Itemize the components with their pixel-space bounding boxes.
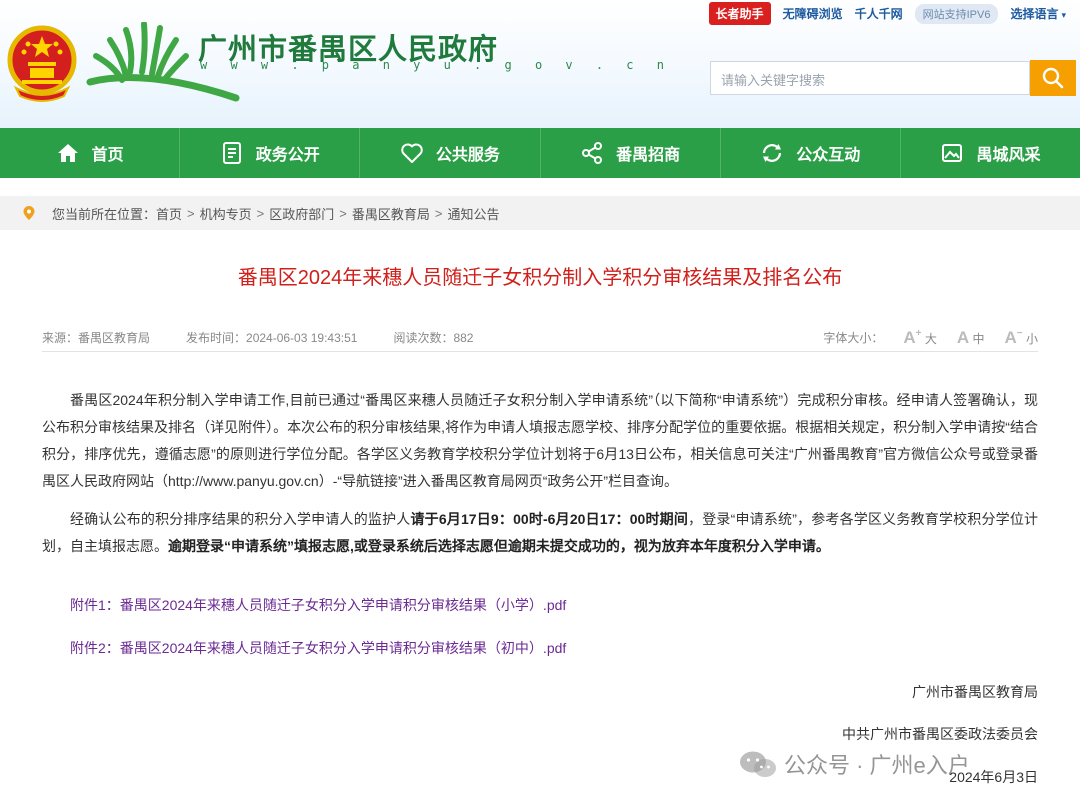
breadcrumb-prefix: 您当前所在位置： [52,206,157,222]
font-small-label: 小 [1025,331,1038,346]
breadcrumb-separator: > [434,205,443,221]
breadcrumb-separator: > [256,205,265,221]
signer-education-bureau: 广州市番禺区教育局 [912,684,1038,700]
font-size-medium-button[interactable]: A 中 [941,328,985,348]
article-body: 番禺区2024年积分制入学申请工作,目前已通过“番禺区来穗人员随迁子女积分制入学… [42,387,1038,560]
article-read-count: 阅读次数：882 [393,331,474,345]
para2-text-a: 经确认公布的积分排序结果的积分入学申请人的监护人 [70,511,411,527]
font-medium-label: 中 [972,331,985,346]
wechat-icon [740,751,776,777]
font-size-large-button[interactable]: A+ 大 [887,328,936,348]
nav-item-interaction[interactable]: 公众互动 [721,128,901,178]
nav-item-city-style[interactable]: 禺城风采 [901,128,1080,178]
share-icon [582,142,603,164]
para2-warning: 逾期登录“申请系统”填报志愿,或登录系统后选择志愿但逾期未提交成功的，视为放弃本… [168,538,830,554]
nav-label: 公共服务 [435,147,500,164]
para2-deadline: 请于6月17日9：00时-6月20日17：00时期间 [410,511,689,527]
breadcrumb-link-departments[interactable]: 区政府部门 [269,204,334,223]
language-select[interactable]: 选择语言 ▾ [1010,5,1066,22]
site-url: w w w . p a n y u . g o v . c n [200,58,672,72]
chevron-down-icon: ▾ [1061,10,1066,20]
site-header: 广州市番禺区人民政府 w w w . p a n y u . g o v . c… [0,0,1080,128]
font-large-label: 大 [924,331,937,346]
document-icon [222,142,241,164]
accessible-browse-link[interactable]: 无障碍浏览 [783,5,843,22]
watermark-text: 公众号 · 广州e入户 [784,753,970,778]
heart-icon [401,143,423,163]
breadcrumb: 您当前所在位置： 首页 > 机构专页 > 区政府部门 > 番禺区教育局 > 通知… [0,196,1080,230]
nav-item-public-service[interactable]: 公共服务 [360,128,541,178]
nav-item-home[interactable]: 首页 [0,128,181,178]
font-size-label: 字体大小： [823,331,884,345]
refresh-icon [763,144,782,162]
main-nav: 首页 政务公开 公共服务 番禺招商 公众互动 禺城风采 [0,128,1080,178]
elder-assistant-button[interactable]: 长者助手 [708,2,771,25]
breadcrumb-separator: > [339,205,347,221]
article-source: 来源：番禺区教育局 [42,331,151,345]
article-publish-time: 发布时间：2024-06-03 19:43:51 [186,331,358,345]
home-icon [57,144,78,162]
article-title: 番禺区2024年来穗人员随迁子女积分制入学积分审核结果及排名公布 [237,267,843,289]
ipv6-badge: 网站支持IPV6 [914,3,999,24]
article-paragraph-2: 经确认公布的积分排序结果的积分入学申请人的监护人请于6月17日9：00时-6月2… [42,506,1038,560]
thousand-sites-link[interactable]: 千人千网 [855,5,903,22]
nav-label: 番禺招商 [616,147,681,164]
attachment-link-junior[interactable]: 附件2：番禺区2024年来穗人员随迁子女积分入学申请积分审核结果（初中）.pdf [70,638,566,658]
language-label: 选择语言 [1010,7,1059,21]
nav-item-gov-affairs[interactable]: 政务公开 [180,128,361,178]
article-paragraph-1: 番禺区2024年积分制入学申请工作,目前已通过“番禺区来穗人员随迁子女积分制入学… [42,392,1038,489]
article-meta: 来源：番禺区教育局 发布时间：2024-06-03 19:43:51 阅读次数：… [42,324,1038,352]
nav-item-investment[interactable]: 番禺招商 [541,128,721,178]
search-button[interactable] [1030,60,1076,96]
image-icon [942,144,963,162]
breadcrumb-link-notices[interactable]: 通知公告 [447,204,499,223]
search-icon [1042,67,1064,89]
breadcrumb-link-agencies[interactable]: 机构专页 [200,204,252,223]
font-medium-icon: A [956,327,970,347]
search-input[interactable]: 请输入关键字搜索 [710,61,1030,95]
attachment-link-primary[interactable]: 附件1：番禺区2024年来穗人员随迁子女积分入学申请积分审核结果（小学）.pdf [70,595,566,615]
national-emblem-icon [7,25,77,102]
nav-label: 政务公开 [255,147,320,164]
font-large-icon: A+ [903,327,922,347]
top-utility-bar: 长者助手 无障碍浏览 千人千网 网站支持IPV6 选择语言 ▾ [708,2,1066,25]
font-size-controls: 字体大小： A+ 大 A 中 A− 小 [823,328,1038,348]
breadcrumb-link-home[interactable]: 首页 [156,204,182,223]
breadcrumb-separator: > [187,205,195,221]
nav-label: 公众互动 [796,147,861,164]
nav-label: 禺城风采 [976,147,1041,164]
nav-label: 首页 [91,147,124,164]
breadcrumb-link-education-bureau[interactable]: 番禺区教育局 [352,204,430,223]
signer-political-committee: 中共广州市番禺区委政法委员会 [842,726,1038,742]
location-pin-icon [23,206,35,220]
font-size-small-button[interactable]: A− 小 [989,328,1038,348]
wechat-watermark: 公众号 · 广州e入户 [738,748,970,780]
font-small-icon: A− [1004,327,1023,347]
